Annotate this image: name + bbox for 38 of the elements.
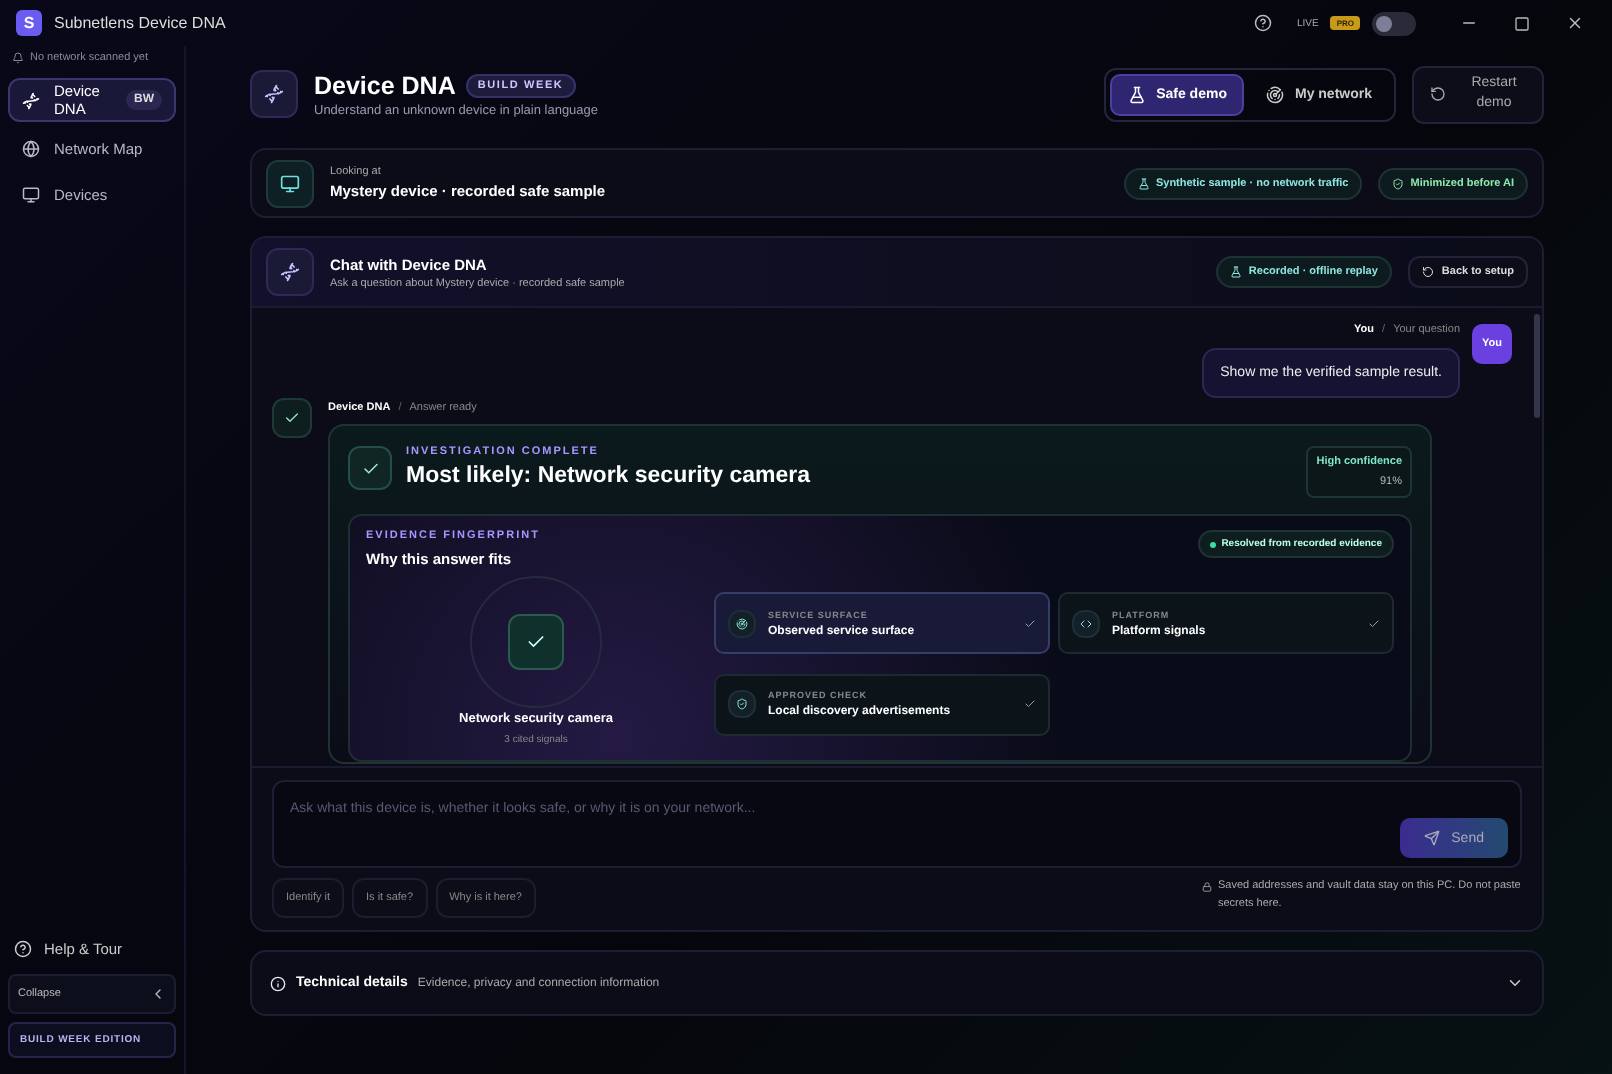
shield-icon [736,698,748,710]
restart-icon [1421,266,1434,278]
help-icon [14,940,32,958]
flask-icon [1128,85,1147,103]
radar-icon [1266,85,1285,103]
lock-icon [1202,882,1212,892]
check-icon [1024,617,1036,629]
dna-icon [266,248,314,296]
radar-icon [736,617,748,629]
check-icon [272,398,312,438]
page-title: Device DNA [314,71,456,99]
dna-icon [250,70,298,118]
restart-icon [1430,86,1446,102]
check-icon [348,446,392,490]
dna-icon [22,91,40,109]
chevron-left-icon [150,986,166,1002]
chevron-icon[interactable] [1506,974,1524,992]
check-icon [508,614,564,670]
shield-icon [1392,177,1405,189]
app-logo: S [16,10,42,36]
close-icon [1566,14,1584,32]
help-icon [1254,14,1273,32]
monitor-icon [266,159,314,207]
send-icon [1423,830,1440,846]
flask-icon [1137,177,1150,189]
live-toggle[interactable] [1372,11,1416,35]
info-icon [270,975,286,991]
maximize-icon [1514,15,1530,31]
bell-icon [12,52,24,64]
result-title: Most likely: Network security camera [406,464,812,488]
check-icon [1368,617,1380,629]
app-title: Subnetlens Device DNA [54,14,228,32]
code-icon [1080,617,1092,629]
globe-icon [22,139,40,157]
monitor-icon [22,185,40,203]
chevron-down-icon [1506,974,1524,992]
check-icon [1024,698,1036,710]
flask-icon [1230,266,1243,278]
